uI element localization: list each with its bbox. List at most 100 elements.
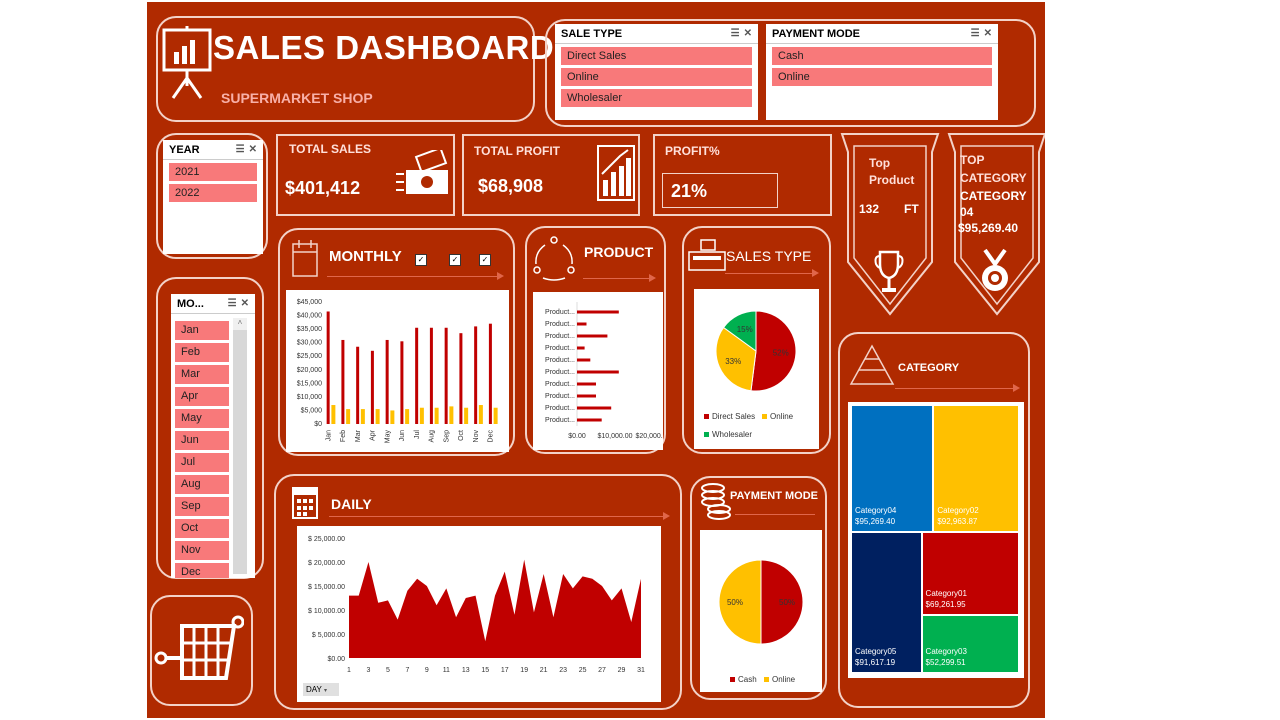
slicer-item-2021[interactable]: 2021: [169, 163, 257, 181]
payment-mode-chart-area: 50% 50% Cash Online: [700, 530, 822, 692]
slicer-item-month[interactable]: Feb: [175, 343, 229, 362]
top-category-line-3: CATEGORY: [960, 189, 1027, 203]
legend-swatch: [730, 677, 735, 682]
slicer-item-cash[interactable]: Cash: [772, 47, 992, 65]
y-tick-label: $10,000: [297, 394, 322, 401]
bar-sales: [444, 327, 448, 424]
multi-select-icon[interactable]: ☰: [731, 28, 740, 39]
top-category-line-2: CATEGORY: [960, 171, 1027, 185]
calendar-page-icon: [292, 240, 318, 277]
x-tick-label: May: [384, 430, 391, 444]
clear-filter-icon[interactable]: ✕: [984, 28, 992, 39]
slicer-item-online[interactable]: Online: [772, 68, 992, 86]
slicer-item-wholesaler[interactable]: Wholesaler: [561, 89, 752, 107]
scroll-up-arrow-icon[interactable]: ˄: [233, 318, 247, 330]
arrow-icon: [649, 274, 656, 282]
arrow-icon: [1013, 384, 1020, 392]
x-tick-label: 5: [386, 667, 390, 674]
bar-sales: [341, 339, 345, 424]
daily-section-title: DAILY: [331, 496, 372, 512]
bar-profit: [390, 410, 395, 424]
y-tick-label: Product...: [545, 309, 575, 316]
y-tick-label: $0: [314, 421, 322, 428]
x-tick-label: 21: [540, 667, 548, 674]
y-tick-label: $30,000: [297, 340, 322, 347]
top-product-label-2: Product: [869, 173, 915, 187]
series-checkbox[interactable]: ✓: [479, 254, 491, 266]
y-tick-label: Product...: [545, 357, 575, 364]
section-underline: [329, 516, 665, 517]
legend-swatch: [704, 414, 709, 419]
top-category-line-1: TOP: [960, 153, 985, 167]
y-tick-label: $45,000: [297, 299, 322, 306]
bar-sales: [415, 327, 419, 424]
slicer-item-month[interactable]: Jun: [175, 431, 229, 450]
x-tick-label: 11: [443, 667, 450, 674]
section-underline: [735, 514, 815, 515]
slicer-item-month[interactable]: May: [175, 409, 229, 428]
arrow-icon: [663, 512, 670, 520]
legend-swatch: [764, 677, 769, 682]
slicer-item-online[interactable]: Online: [561, 68, 752, 86]
multi-select-icon[interactable]: ☰: [236, 144, 245, 155]
treemap-tile-label: Category03 $52,299.51: [926, 646, 967, 668]
bar-profit: [375, 409, 380, 424]
product-bar: [577, 406, 612, 410]
sale-type-slicer[interactable]: SALE TYPE ☰ ✕ Direct Sales Online Wholesal…: [555, 24, 758, 120]
day-field-button[interactable]: DAY ▾: [303, 683, 339, 696]
slicer-item-month[interactable]: Jan: [175, 321, 229, 340]
slicer-item-month[interactable]: Jul: [175, 453, 229, 472]
kpi-label: TOTAL SALES: [289, 142, 372, 156]
slicer-item-month[interactable]: Nov: [175, 541, 229, 560]
clear-filter-icon[interactable]: ✕: [249, 144, 257, 155]
slicer-item-month[interactable]: Mar: [175, 365, 229, 384]
product-chart-area: Product... Product... Product... Product...…: [533, 292, 671, 450]
legend-swatch: [762, 414, 767, 419]
slicer-item-2022[interactable]: 2022: [169, 184, 257, 202]
y-tick-label: $ 5,000.00: [312, 632, 345, 639]
bar-profit: [405, 409, 410, 424]
y-tick-label: $5,000: [301, 407, 323, 414]
treemap-tile-label: Category05 $91,617.19: [855, 646, 896, 668]
slicer-item-month[interactable]: Apr: [175, 387, 229, 406]
slicer-item-direct-sales[interactable]: Direct Sales: [561, 47, 752, 65]
pyramid-icon: [849, 344, 895, 385]
x-tick-label: 3: [367, 667, 371, 674]
page-subtitle: SUPERMARKET SHOP: [221, 90, 373, 106]
slicer-item-month[interactable]: Oct: [175, 519, 229, 538]
slicer-item-list: Jan Feb Mar Apr May Jun Jul Aug Sep Oct Nov Dec: [171, 318, 233, 578]
payment-mode-slicer[interactable]: PAYMENT MODE ☰ ✕ Cash Online: [766, 24, 998, 120]
coins-icon: [701, 483, 731, 520]
daily-area-chart: $ 25,000.00 $ 20,000.00 $ 15,000.00 $ 10,00…: [308, 536, 645, 674]
slicer-item-month[interactable]: Aug: [175, 475, 229, 494]
treemap-category-name: Category04: [855, 506, 897, 516]
y-tick-label: $15,000: [297, 380, 322, 387]
slicer-item-month[interactable]: Sep: [175, 497, 229, 516]
treemap-category-value: $92,963.87: [937, 517, 978, 527]
legend-label: Wholesaler: [712, 430, 752, 439]
series-checkbox[interactable]: ✓: [449, 254, 461, 266]
x-tick-label: Dec: [488, 430, 495, 443]
top-product-label-1: Top: [869, 156, 891, 170]
bar-sales: [356, 346, 360, 424]
year-slicer[interactable]: YEAR ☰ ✕ 2021 2022: [163, 140, 263, 254]
treemap-tile: Category02 $92,963.87: [934, 406, 1018, 532]
multi-select-icon[interactable]: ☰: [228, 298, 237, 309]
legend-label: Online: [772, 675, 796, 684]
series-checkbox[interactable]: ✓: [415, 254, 427, 266]
clear-filter-icon[interactable]: ✕: [744, 28, 752, 39]
slicer-item-month[interactable]: Dec: [175, 563, 229, 578]
top-product-qty: 132: [859, 202, 880, 216]
clear-filter-icon[interactable]: ✕: [241, 298, 249, 309]
slicer-scrollbar[interactable]: ˄: [233, 318, 247, 574]
treemap-tile: Category05 $91,617.19: [852, 533, 921, 672]
category-treemap: Category04 $95,269.40 Category02 $92,963.87…: [852, 406, 1020, 674]
multi-select-icon[interactable]: ☰: [971, 28, 980, 39]
month-slicer[interactable]: MO... ☰ ✕ ˄ Jan Feb Mar Apr May Jun Jul Aug Sep Oct…: [171, 294, 255, 578]
slicer-title: MO...: [177, 298, 204, 310]
dropdown-arrow-icon[interactable]: ▾: [324, 688, 327, 694]
product-bar: [577, 394, 596, 398]
pie-slice-label: 15%: [737, 325, 753, 334]
day-field-label: DAY: [306, 685, 322, 694]
bar-sales: [370, 350, 374, 424]
